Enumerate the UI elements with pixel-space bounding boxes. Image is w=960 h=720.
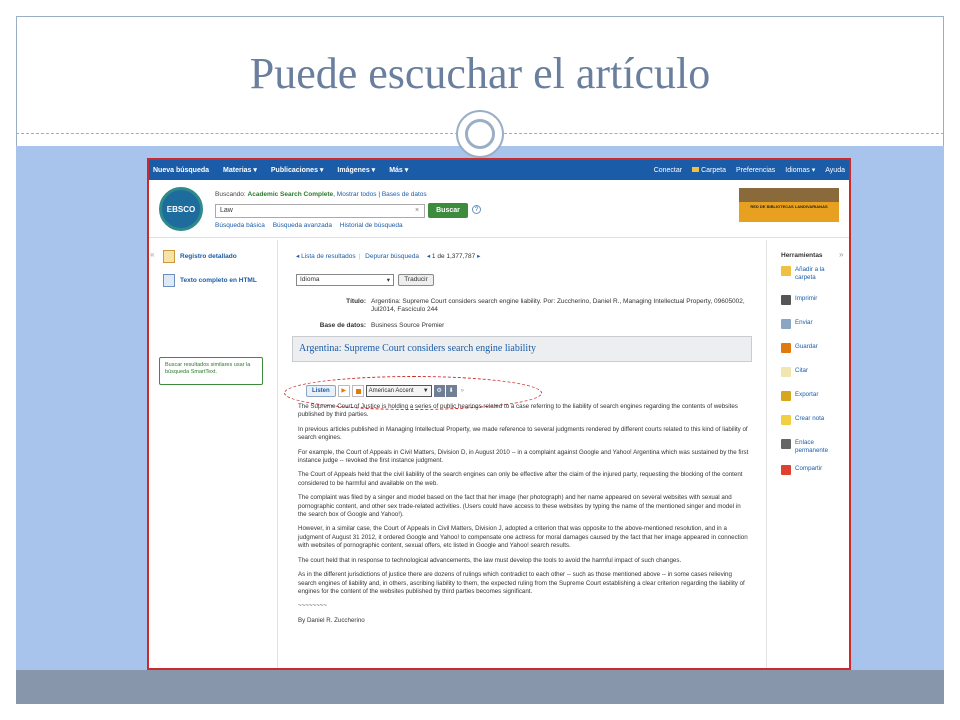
export-icon bbox=[781, 391, 791, 401]
article-paragraph: However, in a similar case, the Court of… bbox=[298, 525, 748, 550]
database-value: Business Source Premier bbox=[371, 322, 445, 329]
article-paragraph: The court held that in response to techn… bbox=[298, 556, 682, 564]
nav-more[interactable]: Más ▾ bbox=[389, 166, 408, 174]
searching-line: Buscando: Academic Search Complete, Most… bbox=[215, 191, 427, 198]
ebsco-logo[interactable]: EBSCO bbox=[159, 187, 203, 231]
permalink-icon bbox=[781, 439, 791, 449]
article-paragraph: The complaint was filed by a singer and … bbox=[298, 494, 741, 519]
tool-cite[interactable]: Citar bbox=[781, 367, 808, 377]
result-position: 1 de 1,377,787 bbox=[431, 253, 476, 260]
cite-icon bbox=[781, 367, 791, 377]
html-document-icon bbox=[163, 274, 175, 287]
tool-share[interactable]: Compartir bbox=[781, 465, 822, 475]
result-list-link[interactable]: ◂ Lista de resultados bbox=[296, 253, 356, 260]
title-divider-right bbox=[504, 133, 944, 134]
note-icon bbox=[781, 415, 791, 425]
chevron-down-icon: ▼ bbox=[422, 388, 429, 394]
title-label: Título: bbox=[346, 298, 366, 305]
footer-bar bbox=[16, 670, 944, 704]
nav-folder[interactable]: Carpeta bbox=[692, 166, 726, 174]
article-paragraph: As in the different jurisdictions of jus… bbox=[298, 571, 745, 595]
library-logo: RED DE BIBLIOTECAS LANDIVARIANAS bbox=[739, 188, 839, 222]
choose-databases-link[interactable]: Bases de datos bbox=[382, 191, 427, 198]
search-header: EBSCO Buscando: Academic Search Complete… bbox=[149, 180, 849, 238]
article-paragraph: For example, the Court of Appeals in Civ… bbox=[298, 448, 749, 465]
tool-print[interactable]: Imprimir bbox=[781, 295, 817, 305]
tool-email[interactable]: Enviar bbox=[781, 319, 813, 329]
save-icon bbox=[781, 343, 791, 353]
tool-add-to-folder[interactable]: Añadir a la carpeta bbox=[781, 266, 841, 281]
search-input[interactable]: Law bbox=[215, 204, 425, 218]
search-mode-links: Búsqueda básica Búsqueda avanzada Histor… bbox=[215, 222, 409, 229]
top-navigation: Nueva búsqueda Materias ▾ Publicaciones … bbox=[149, 160, 849, 180]
nav-help[interactable]: Ayuda bbox=[825, 167, 845, 174]
nav-new-search[interactable]: Nueva búsqueda bbox=[153, 167, 209, 174]
article-author: By Daniel R. Zuccherino bbox=[298, 616, 365, 624]
search-button[interactable]: Buscar bbox=[428, 203, 468, 218]
left-panel: « Registro detallado Texto completo en H… bbox=[149, 240, 277, 668]
nav-preferences[interactable]: Preferencias bbox=[736, 167, 775, 174]
tools-title: Herramientas bbox=[781, 252, 823, 259]
nav-sign-in[interactable]: Conectar bbox=[654, 167, 682, 174]
basic-search-link[interactable]: Búsqueda básica bbox=[215, 222, 265, 229]
tool-save[interactable]: Guardar bbox=[781, 343, 818, 353]
article-paragraph: In previous articles published in Managi… bbox=[298, 425, 748, 442]
next-result-icon[interactable]: ▸ bbox=[477, 253, 480, 260]
article-separator: ~~~~~~~~ bbox=[298, 602, 327, 610]
show-all-link[interactable]: Mostrar todos bbox=[337, 191, 377, 198]
more-icon[interactable]: » bbox=[461, 388, 464, 394]
chevron-down-icon: ▾ bbox=[386, 277, 390, 284]
share-icon bbox=[781, 465, 791, 475]
detailed-record-link[interactable]: Registro detallado bbox=[163, 250, 237, 263]
database-label: Base de datos: bbox=[319, 322, 366, 329]
html-full-text-link[interactable]: Texto completo en HTML bbox=[163, 274, 257, 287]
article-paragraph: The Court of Appeals held that the civil… bbox=[298, 471, 743, 487]
folder-icon bbox=[692, 166, 700, 172]
divider-ring-ornament bbox=[456, 110, 504, 158]
text-to-speech-bar: Listen ▶ American Accent ▼ ⚙ ⬇ » bbox=[306, 385, 496, 397]
title-row: Título: Argentina: Supreme Court conside… bbox=[278, 298, 768, 318]
listen-button[interactable]: Listen bbox=[306, 385, 336, 397]
slide-title: Puede escuchar el artículo bbox=[249, 49, 711, 98]
find-similar-results[interactable]: Buscar resultados similares usar la búsq… bbox=[159, 357, 263, 385]
nav-subjects[interactable]: Materias ▾ bbox=[223, 166, 257, 174]
article-body: The Supreme Court of Justice is holding … bbox=[298, 403, 750, 631]
database-row: Base de datos: Business Source Premier bbox=[278, 322, 768, 332]
search-history-link[interactable]: Historial de búsqueda bbox=[340, 222, 403, 229]
tool-export[interactable]: Exportar bbox=[781, 391, 818, 401]
article-paragraph: The Supreme Court of Justice is holding … bbox=[298, 403, 738, 419]
printer-icon bbox=[781, 295, 791, 305]
title-value: Argentina: Supreme Court considers searc… bbox=[371, 298, 745, 313]
refine-search-link[interactable]: Depurar búsqueda bbox=[365, 253, 419, 260]
tool-permalink[interactable]: Enlace permanente bbox=[781, 439, 841, 454]
clear-search-icon[interactable]: × bbox=[415, 207, 419, 214]
play-icon[interactable]: ▶ bbox=[337, 385, 350, 397]
email-icon bbox=[781, 319, 791, 329]
article-title: Argentina: Supreme Court considers searc… bbox=[292, 336, 752, 362]
title-divider-left bbox=[16, 133, 458, 134]
expand-right-icon[interactable]: » bbox=[839, 250, 843, 259]
collapse-left-icon[interactable]: « bbox=[150, 250, 154, 259]
previous-result-icon[interactable]: ◂ bbox=[427, 253, 430, 260]
record-detail: ◂ Lista de resultados | Depurar búsqueda … bbox=[277, 240, 768, 668]
download-icon[interactable]: ⬇ bbox=[445, 385, 457, 397]
language-select[interactable]: Idioma ▾ bbox=[296, 274, 394, 286]
tools-panel: » Herramientas Añadir a la carpeta Impri… bbox=[767, 240, 849, 668]
result-navigation: ◂ Lista de resultados | Depurar búsqueda … bbox=[296, 253, 481, 260]
accent-select[interactable]: American Accent ▼ bbox=[365, 385, 432, 397]
stop-icon[interactable] bbox=[351, 385, 364, 397]
advanced-search-link[interactable]: Búsqueda avanzada bbox=[273, 222, 332, 229]
nav-publications[interactable]: Publicaciones ▾ bbox=[271, 166, 324, 174]
database-name: Academic Search Complete bbox=[247, 191, 334, 198]
ebsco-screenshot: Nueva búsqueda Materias ▾ Publicaciones … bbox=[147, 158, 851, 670]
record-icon bbox=[163, 250, 175, 263]
nav-images[interactable]: Imágenes ▾ bbox=[337, 166, 375, 174]
settings-icon[interactable]: ⚙ bbox=[433, 385, 445, 397]
translate-button[interactable]: Traducir bbox=[398, 274, 434, 286]
folder-icon bbox=[781, 266, 791, 276]
help-icon[interactable]: ? bbox=[472, 205, 481, 214]
tool-create-note[interactable]: Crear nota bbox=[781, 415, 824, 425]
nav-languages[interactable]: Idiomas ▾ bbox=[785, 166, 815, 174]
